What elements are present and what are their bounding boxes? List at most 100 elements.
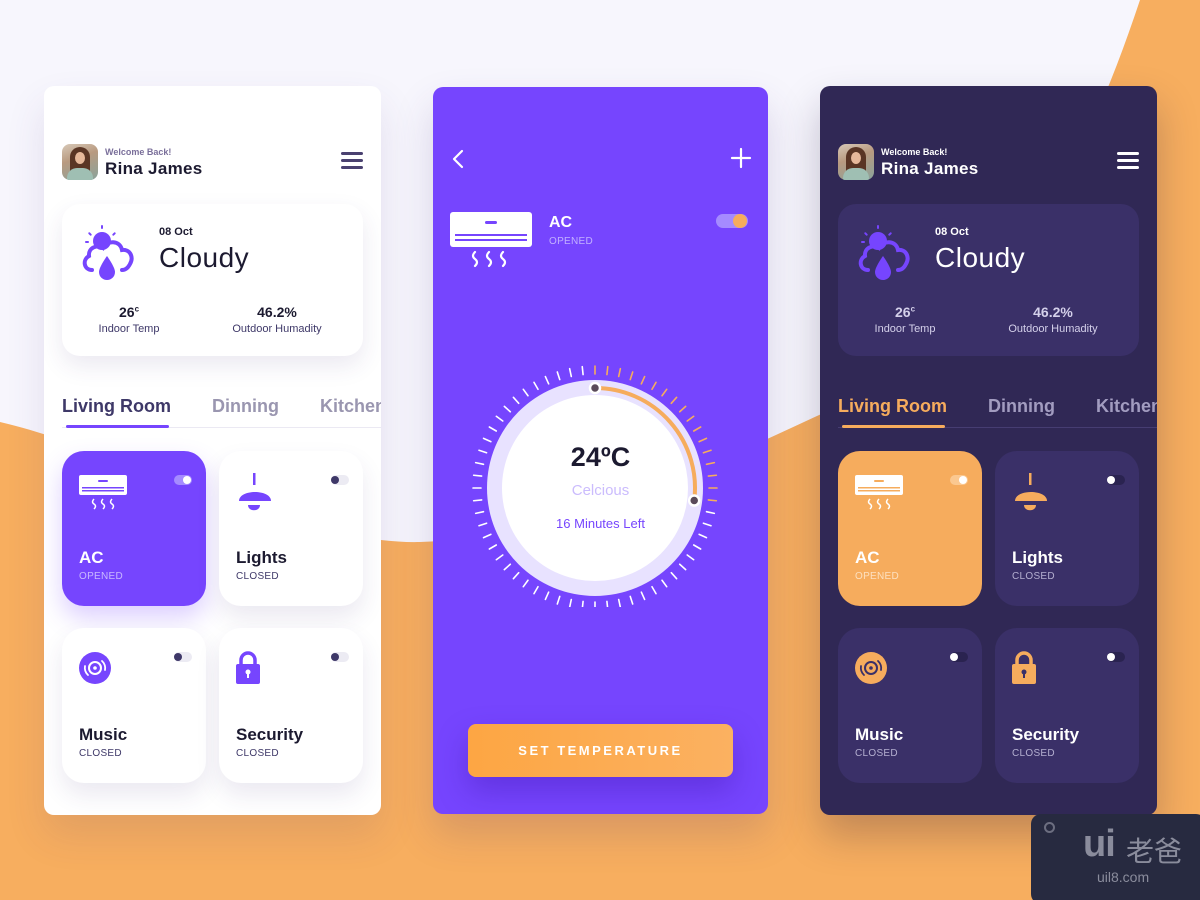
dial-tick	[488, 426, 498, 432]
device-name: Lights	[236, 548, 287, 567]
chevron-left-icon[interactable]	[449, 147, 469, 171]
dial-tick	[533, 585, 539, 595]
ac-toggle[interactable]	[950, 475, 968, 485]
temperature-value: 24ºC	[570, 442, 631, 472]
dial-tick	[617, 367, 622, 378]
device-state: OPENED	[549, 236, 594, 247]
dial-tick	[522, 388, 529, 397]
dial-tick	[522, 579, 529, 588]
music-toggle[interactable]	[950, 652, 968, 662]
vinyl-disc-icon	[855, 652, 887, 684]
device-tile-lights[interactable]: Lights CLOSED	[995, 451, 1139, 606]
watermark-logo-cn: 老爸	[1126, 836, 1183, 867]
device-tile-ac[interactable]: AC OPENED	[838, 451, 982, 606]
dial-tick	[617, 598, 622, 607]
tab-living-room[interactable]: Living Room	[62, 396, 171, 417]
dial-tick	[661, 388, 668, 397]
device-state: OPENED	[855, 571, 900, 582]
tab-kitchen[interactable]: Kitchen	[1096, 396, 1157, 417]
security-toggle[interactable]	[331, 652, 349, 662]
humidity-label: Outdoor Humadity	[1008, 323, 1098, 335]
plus-icon[interactable]	[730, 147, 752, 169]
dial-tick	[556, 595, 561, 605]
set-temperature-button[interactable]: SET TEMPERATURE	[468, 724, 733, 777]
weather-condition: Cloudy	[935, 242, 1026, 273]
lights-toggle[interactable]	[331, 475, 349, 485]
dial-tick	[474, 510, 485, 515]
cloud-rain-sun-icon	[858, 225, 910, 280]
device-name: Security	[1012, 725, 1080, 744]
dial-tick	[678, 563, 687, 571]
ac-detail-screen: AC OPENED 24ºC Celcious 16 Minutes Left …	[433, 87, 768, 814]
vinyl-disc-icon	[79, 652, 111, 684]
dial-tick	[495, 554, 504, 561]
device-state: CLOSED	[1012, 748, 1055, 759]
tab-dinning[interactable]: Dinning	[988, 396, 1055, 417]
indoor-temp-label: Indoor Temp	[98, 323, 160, 335]
hamburger-menu-icon[interactable]	[341, 152, 363, 170]
user-name: Rina James	[105, 159, 203, 178]
device-state: CLOSED	[236, 571, 279, 582]
tab-dinning[interactable]: Dinning	[212, 396, 279, 417]
dial-tick	[568, 598, 573, 607]
dial-tick	[651, 585, 657, 595]
device-tile-music[interactable]: Music CLOSED	[838, 628, 982, 783]
indoor-temp-unit: c	[134, 304, 140, 314]
dial-tick	[670, 396, 678, 405]
avatar[interactable]	[838, 144, 874, 180]
dial-tick	[606, 365, 609, 376]
weather-card: 08 Oct Cloudy 26c Indoor Temp 46.2% Outd…	[838, 204, 1139, 356]
dial-tick	[512, 571, 520, 580]
air-conditioner-icon	[450, 212, 532, 268]
welcome-text: Welcome Back!	[105, 147, 172, 157]
device-tile-security[interactable]: Security CLOSED	[995, 628, 1139, 783]
watermark-url: uil8.com	[1097, 869, 1150, 885]
device-state: CLOSED	[1012, 571, 1055, 582]
security-toggle[interactable]	[1107, 652, 1125, 662]
humidity-label: Outdoor Humadity	[232, 323, 322, 335]
dial-tick	[533, 381, 539, 391]
active-tab-indicator	[842, 425, 945, 428]
device-tile-lights[interactable]: Lights CLOSED	[219, 451, 363, 606]
device-tile-ac[interactable]: AC OPENED	[62, 451, 206, 606]
humidity-stat: 46.2% Outdoor Humadity	[202, 304, 352, 335]
ac-power-toggle[interactable]	[716, 214, 748, 228]
device-name: AC	[855, 548, 880, 567]
lights-toggle[interactable]	[1107, 475, 1125, 485]
tab-living-room[interactable]: Living Room	[838, 396, 947, 417]
dial-start-handle[interactable]	[588, 381, 602, 395]
indoor-temp-value: 26	[894, 304, 911, 320]
dial-tick	[678, 405, 687, 413]
avatar[interactable]	[62, 144, 98, 180]
dial-tick	[705, 510, 716, 515]
room-tabs: Living Room Dinning Kitchen	[838, 394, 1157, 428]
hamburger-menu-icon[interactable]	[1117, 152, 1139, 170]
dial-tick	[512, 396, 520, 405]
dial-tick	[482, 533, 492, 539]
dial-tick	[544, 591, 550, 601]
dial-tick	[629, 371, 634, 381]
air-conditioner-icon	[855, 475, 903, 510]
humidity-value: 46.2%	[1033, 304, 1073, 320]
temperature-dial[interactable]	[433, 347, 768, 607]
device-name: AC	[79, 548, 104, 567]
tab-kitchen[interactable]: Kitchen	[320, 396, 381, 417]
ac-toggle[interactable]	[174, 475, 192, 485]
temperature-unit: Celcious	[571, 482, 630, 499]
dial-tick	[692, 426, 702, 432]
weather-condition: Cloudy	[159, 242, 250, 273]
music-toggle[interactable]	[174, 652, 192, 662]
watermark-hole	[1044, 822, 1055, 833]
dial-tick	[568, 367, 573, 378]
humidity-value: 46.2%	[257, 304, 297, 320]
device-tile-security[interactable]: Security CLOSED	[219, 628, 363, 783]
device-name: Security	[236, 725, 304, 744]
dial-tick	[581, 365, 584, 376]
device-tile-music[interactable]: Music CLOSED	[62, 628, 206, 783]
dial-tick	[544, 375, 550, 385]
weather-card: 08 Oct Cloudy 26c Indoor Temp 46.2% Outd…	[62, 204, 363, 356]
device-name: Music	[79, 725, 128, 744]
weather-date: 08 Oct	[935, 226, 969, 238]
device-name: Music	[855, 725, 904, 744]
dial-tick	[707, 499, 718, 502]
